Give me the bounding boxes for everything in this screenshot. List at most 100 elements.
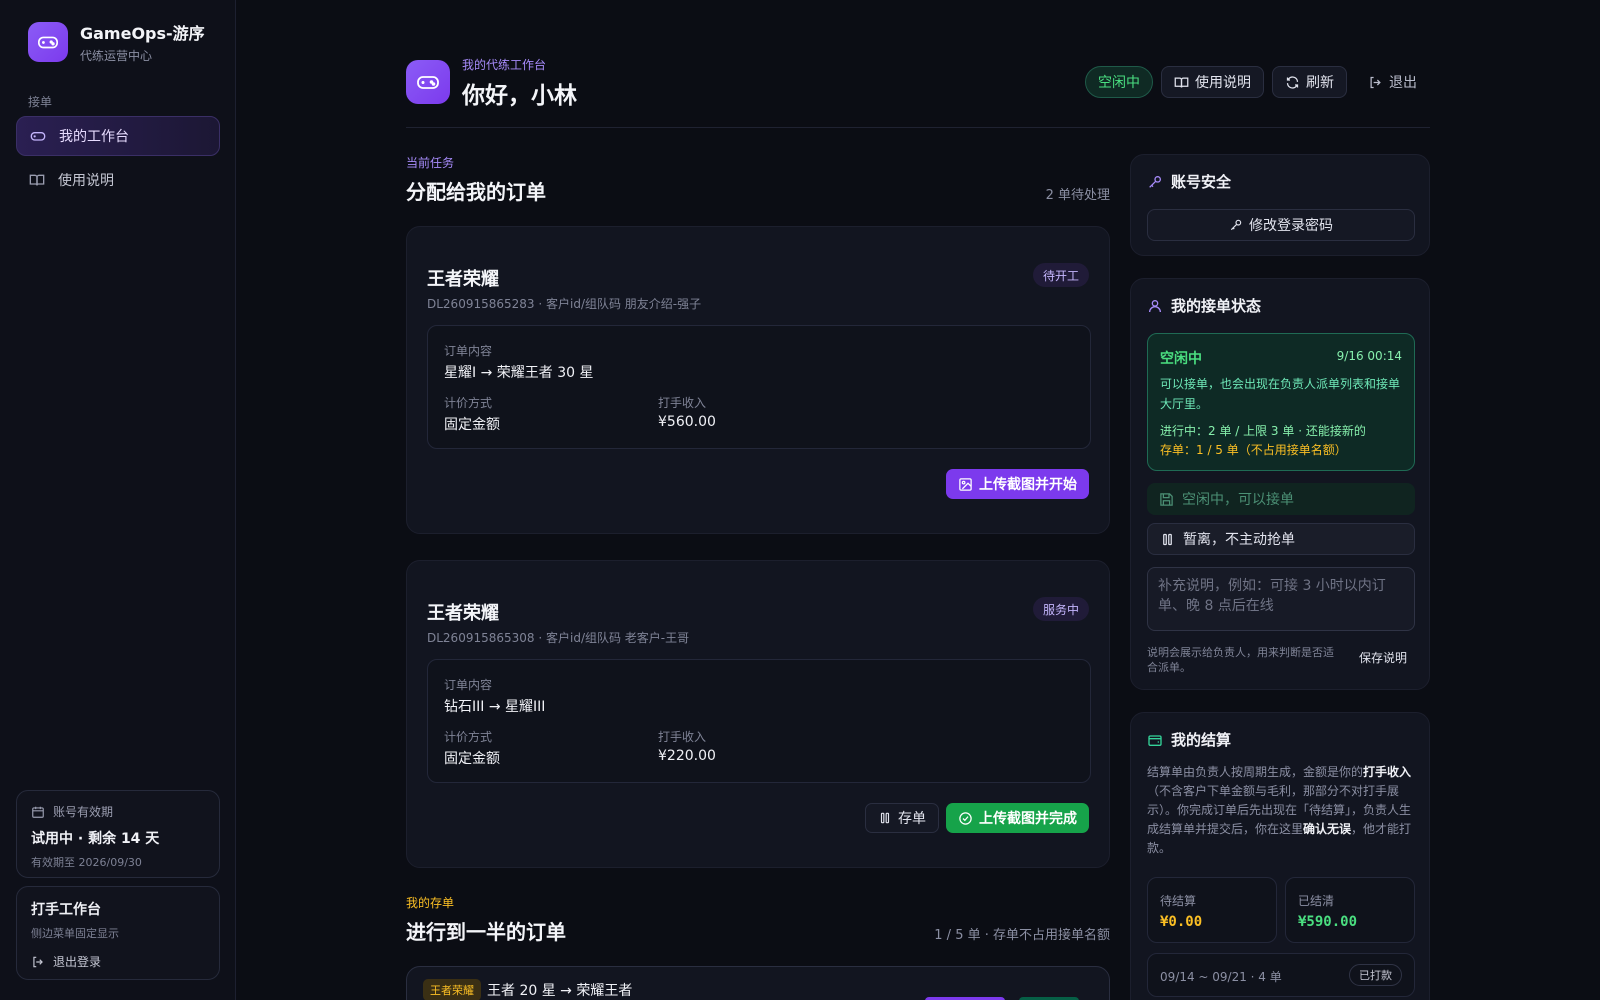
income-label: 打手收入 (658, 730, 707, 744)
status-badge: 服务中 (1032, 597, 1089, 621)
settlement-card: 我的结算 结算单由负责人按周期生成，金额是你的打手收入（不含客户下单金额与毛利，… (1130, 712, 1430, 1000)
brand: GameOps-游序 代练运营中心 (28, 20, 205, 64)
order-meta: DL260915865283 · 客户id/组队码 朋友介绍-强子 (427, 297, 702, 311)
stash-order-card: 王者荣耀 王者 20 星 → 荣耀王者 (406, 966, 1110, 1000)
pricing-value: 固定金额 (444, 751, 500, 767)
security-title: 账号安全 (1171, 173, 1232, 191)
orders-count: 2 单待处理 (1045, 188, 1110, 203)
workbench-title: 打手工作台 (31, 902, 101, 918)
app-root: GameOps-游序 代练运营中心 接单 我的工作台 使用说明 账号有效期 试用… (0, 0, 1600, 1000)
stash-label: 存单 (898, 811, 926, 827)
settled-label: 已结清 (1298, 894, 1335, 908)
main-content: 我的代练工作台 你好，小林 空闲中 使用说明 刷新 退出 当前任务 分配给我的订… (406, 0, 1430, 1000)
upload-start-button[interactable]: 上传截图并开始 (946, 469, 1089, 499)
pricing-value: 固定金额 (444, 417, 500, 433)
status-note-input[interactable]: 补充说明，例如：可接 3 小时以内订单、晚 8 点后在线 (1147, 567, 1415, 631)
pending-amount: ¥0.00 (1160, 914, 1203, 930)
save-note-button[interactable]: 保存说明 (1359, 649, 1407, 666)
change-password-button[interactable]: 修改登录密码 (1147, 209, 1415, 241)
option-idle-label: 空闲中，可以接单 (1182, 492, 1294, 508)
pause-icon (878, 811, 892, 825)
expiry-date: 有效期至 2026/09/30 (31, 856, 142, 869)
stash-title: 进行到一半的订单 (406, 920, 566, 944)
sidebar-item-help[interactable]: 使用说明 (16, 160, 220, 200)
account-validity-label: 账号有效期 (53, 805, 114, 819)
game-tag: 王者荣耀 (423, 979, 481, 1000)
logout-link[interactable]: 退出登录 (31, 953, 205, 970)
work-status-title: 我的接单状态 (1171, 297, 1262, 315)
settlement-title: 我的结算 (1171, 731, 1232, 749)
workbench-card: 打手工作台 侧边菜单固定显示 退出登录 (16, 886, 220, 980)
workbench-sub: 侧边菜单固定显示 (31, 927, 119, 940)
order-card: 王者荣耀 DL260915865283 · 客户id/组队码 朋友介绍-强子 待… (406, 226, 1110, 534)
sidebar-item-workbench[interactable]: 我的工作台 (16, 116, 220, 156)
sidebar-item-label: 我的工作台 (59, 129, 129, 145)
orders-title: 分配给我的订单 (406, 180, 546, 204)
sidebar: GameOps-游序 代练运营中心 接单 我的工作台 使用说明 账号有效期 试用… (0, 0, 236, 1000)
calendar-icon (31, 805, 45, 819)
check-circle-icon (958, 811, 973, 826)
trial-status: 试用中 · 剩余 14 天 (31, 831, 160, 847)
stash-button[interactable]: 存单 (865, 803, 939, 833)
note-help-text: 说明会展示给负责人，用来判断是否适合派单。 (1147, 646, 1334, 674)
brand-subtitle: 代练运营中心 (80, 49, 153, 63)
security-card: 账号安全 修改登录密码 (1130, 154, 1430, 256)
content-label: 订单内容 (444, 678, 493, 692)
stash-kicker: 我的存单 (406, 896, 455, 910)
current-status: 空闲中 (1160, 351, 1202, 367)
work-status-card: 我的接单状态 空闲中 9/16 00:14 可以接单，也会出现在负责人派单列表和… (1130, 278, 1430, 690)
brand-name: GameOps-游序 (80, 24, 205, 43)
pricing-label: 计价方式 (444, 396, 493, 410)
sidebar-item-label: 使用说明 (58, 173, 114, 189)
settled-amount-box: 已结清 ¥590.00 (1285, 877, 1415, 943)
order-game: 王者荣耀 (427, 269, 499, 290)
logout-icon (31, 955, 45, 969)
logout-label: 退出登录 (53, 955, 102, 969)
option-away-label: 暂离，不主动抢单 (1183, 532, 1295, 548)
option-idle[interactable]: 空闲中，可以接单 (1147, 483, 1415, 515)
pending-settlement: 待结算 ¥0.00 (1147, 877, 1277, 943)
order-details: 订单内容 钻石III → 星耀III 计价方式 固定金额 打手收入 ¥220.0… (427, 659, 1091, 783)
settled-amount: ¥590.00 (1298, 914, 1358, 930)
pending-label: 待结算 (1160, 894, 1197, 908)
upload-start-label: 上传截图并开始 (979, 477, 1077, 493)
right-panel: 账号安全 修改登录密码 我的接单状态 空闲中 9/16 00:14 可以接单，也… (1130, 0, 1430, 1000)
change-password-label: 修改登录密码 (1249, 218, 1333, 234)
stash-order-title: 王者 20 星 → 荣耀王者 (487, 983, 633, 999)
upload-finish-button[interactable]: 上传截图并完成 (946, 803, 1089, 833)
account-validity-card: 账号有效期 试用中 · 剩余 14 天 有效期至 2026/09/30 (16, 790, 220, 878)
current-status-box: 空闲中 9/16 00:14 可以接单，也会出现在负责人派单列表和接单大厅里。 … (1147, 333, 1415, 471)
settlement-period-row[interactable]: 09/14 ~ 09/21 · 4 单 已打款 (1147, 953, 1415, 997)
order-game: 王者荣耀 (427, 603, 499, 624)
active-orders-line: 进行中：2 单 / 上限 3 单 · 还能接新的 (1160, 424, 1366, 438)
order-card: 王者荣耀 DL260915865308 · 客户id/组队码 老客户-王哥 服务… (406, 560, 1110, 868)
book-icon (28, 171, 46, 189)
image-upload-icon (958, 477, 973, 492)
status-badge: 已打款 (1349, 964, 1402, 986)
wallet-icon (1147, 732, 1163, 748)
order-details: 订单内容 星耀I → 荣耀王者 30 星 计价方式 固定金额 打手收入 ¥560… (427, 325, 1091, 449)
settlement-description: 结算单由负责人按周期生成，金额是你的打手收入（不含客户下单金额与毛利，那部分不对… (1147, 765, 1412, 855)
income-value: ¥220.00 (658, 748, 716, 764)
stash-meta: 1 / 5 单 · 存单不占用接单名额 (934, 928, 1110, 943)
pricing-label: 计价方式 (444, 730, 493, 744)
nav-section-label: 接单 (28, 95, 53, 109)
upload-finish-label: 上传截图并完成 (979, 811, 1077, 827)
key-icon (1229, 218, 1243, 232)
orders-kicker: 当前任务 (406, 156, 455, 170)
gamepad-icon (29, 127, 47, 145)
content-label: 订单内容 (444, 344, 493, 358)
period-range: 09/14 ~ 09/21 · 4 单 (1160, 970, 1282, 984)
income-value: ¥560.00 (658, 414, 716, 430)
order-content: 钻石III → 星耀III (444, 699, 546, 715)
stash-count-line: 存单：1 / 5 单（不占用接单名额） (1160, 443, 1347, 457)
order-content: 星耀I → 荣耀王者 30 星 (444, 365, 594, 381)
gamepad-icon (28, 22, 68, 62)
income-label: 打手收入 (658, 396, 707, 410)
status-badge: 待开工 (1032, 263, 1089, 287)
save-icon (1159, 492, 1174, 507)
status-description: 可以接单，也会出现在负责人派单列表和接单大厅里。 (1160, 377, 1401, 411)
user-icon (1147, 298, 1163, 314)
orders-column: 当前任务 分配给我的订单 2 单待处理 王者荣耀 DL260915865283 … (406, 0, 1110, 1000)
option-away[interactable]: 暂离，不主动抢单 (1147, 523, 1415, 555)
